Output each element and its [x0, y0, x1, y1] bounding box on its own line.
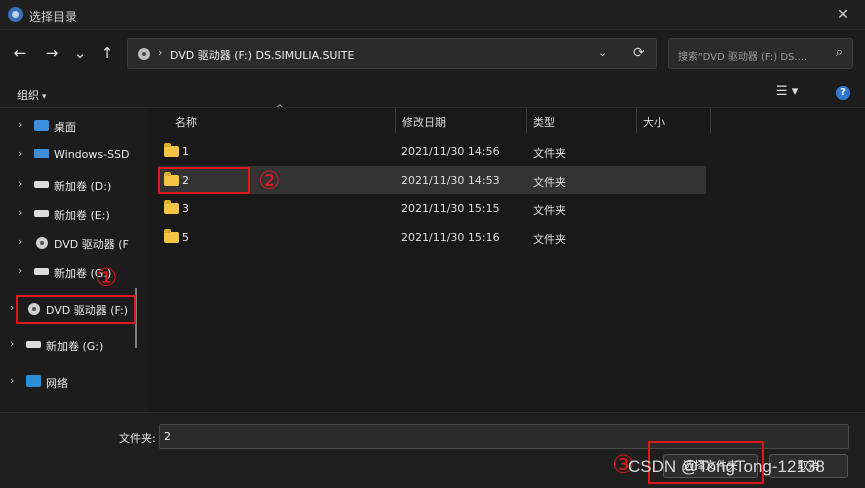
sort-ascending-icon: ^: [276, 104, 284, 114]
folder-field-label: 文件夹:: [119, 432, 156, 445]
folder-icon: [164, 200, 179, 214]
navigation-pane[interactable]: › 桌面 › Windows-SSD › 新加卷 (D:) › 新加卷 (E:)…: [0, 108, 145, 412]
expand-chevron-icon[interactable]: ›: [10, 374, 14, 387]
up-arrow-icon[interactable]: ↑: [96, 42, 118, 64]
file-date: 2021/11/30 15:15: [401, 202, 500, 215]
expand-chevron-icon[interactable]: ›: [10, 337, 14, 350]
annotation-step2-label: ②: [258, 166, 281, 195]
forward-arrow-icon[interactable]: →: [41, 42, 63, 64]
column-header-size[interactable]: 大小: [637, 108, 711, 133]
file-type: 文件夹: [533, 176, 566, 189]
navigation-bar: ← → ⌄ ↑ › DVD 驱动器 (F:) DS.SIMULIA.SUITE …: [0, 30, 865, 78]
ssd-icon: [34, 149, 49, 158]
watermark-text: CSDN @TongTong-12138: [628, 457, 825, 476]
sidebar-item-label: Windows-SSD: [54, 148, 130, 161]
column-header-type[interactable]: 类型: [527, 108, 637, 133]
close-icon[interactable]: ✕: [821, 0, 865, 30]
file-name: 5: [182, 231, 189, 244]
expand-chevron-icon[interactable]: ›: [18, 118, 22, 131]
file-type: 文件夹: [533, 233, 566, 246]
file-type: 文件夹: [533, 147, 566, 160]
column-header-name[interactable]: 名称 ^: [148, 104, 396, 133]
sidebar-scrollbar[interactable]: [134, 108, 138, 412]
annotation-step1-label: ①: [95, 263, 118, 292]
app-icon: [8, 7, 23, 22]
file-list[interactable]: 名称 ^ 修改日期 类型 大小 1 2021/11/30 14:56 文件夹 2…: [148, 104, 865, 412]
search-placeholder[interactable]: 搜索"DVD 驱动器 (F:) DS....: [678, 48, 807, 63]
file-name: 3: [182, 202, 189, 215]
refresh-icon[interactable]: ⟳: [633, 45, 645, 61]
window-title: 选择目录: [29, 10, 78, 24]
folder-icon: [164, 143, 179, 157]
dvd-disc-icon: [138, 48, 150, 60]
expand-chevron-icon[interactable]: ›: [18, 264, 22, 277]
column-header-name-label: 名称: [175, 116, 197, 129]
sidebar-item-label: DVD 驱动器 (F: [54, 238, 129, 251]
drive-icon: [34, 210, 49, 217]
file-date: 2021/11/30 14:56: [401, 145, 500, 158]
title-bar: 选择目录 ✕: [0, 0, 865, 30]
file-type: 文件夹: [533, 204, 566, 217]
file-row[interactable]: 1 2021/11/30 14:56 文件夹: [158, 137, 706, 165]
breadcrumb-separator-icon[interactable]: ›: [158, 46, 162, 59]
file-row[interactable]: 5 2021/11/30 15:16 文件夹: [158, 223, 706, 251]
expand-chevron-icon[interactable]: ›: [18, 235, 22, 248]
annotation-box-step1: [16, 295, 136, 324]
file-name: 1: [182, 145, 189, 158]
address-dropdown-icon[interactable]: ⌄: [598, 46, 607, 59]
sidebar-item-label: 网络: [46, 377, 68, 390]
column-header-size-label: 大小: [643, 116, 665, 129]
dvd-icon: [36, 237, 48, 249]
organize-menu-button[interactable]: 组织: [17, 87, 46, 103]
recent-locations-chevron-icon[interactable]: ⌄: [69, 42, 91, 64]
desktop-icon: [34, 120, 49, 131]
file-date: 2021/11/30 14:53: [401, 174, 500, 187]
search-box[interactable]: 搜索"DVD 驱动器 (F:) DS.... ⌕: [668, 38, 853, 69]
expand-chevron-icon[interactable]: ›: [18, 147, 22, 160]
file-date: 2021/11/30 15:16: [401, 231, 500, 244]
help-icon[interactable]: ?: [836, 86, 850, 100]
column-header-date[interactable]: 修改日期: [396, 108, 527, 133]
search-icon[interactable]: ⌕: [836, 45, 843, 60]
drive-icon: [34, 181, 49, 188]
expand-chevron-icon[interactable]: ›: [18, 206, 22, 219]
back-arrow-icon[interactable]: ←: [9, 42, 31, 64]
sidebar-item-label: 新加卷 (E:): [54, 209, 110, 222]
address-path[interactable]: DVD 驱动器 (F:) DS.SIMULIA.SUITE: [170, 47, 354, 63]
sidebar-item-label: 新加卷 (D:): [54, 180, 112, 193]
expand-chevron-icon[interactable]: ›: [18, 177, 22, 190]
sidebar-item-label: 桌面: [54, 121, 76, 134]
annotation-box-step2: [158, 167, 250, 194]
address-bar[interactable]: › DVD 驱动器 (F:) DS.SIMULIA.SUITE ⌄ ⟳: [127, 38, 657, 69]
column-header-date-label: 修改日期: [402, 116, 446, 129]
expand-chevron-icon[interactable]: ›: [10, 301, 14, 314]
folder-icon: [164, 229, 179, 243]
sidebar-item-label: 新加卷 (G:): [46, 340, 104, 353]
command-toolbar: 组织 ☰ ▾ ?: [0, 78, 865, 108]
network-icon: [26, 375, 41, 387]
drive-icon: [34, 268, 49, 275]
drive-icon: [26, 341, 41, 348]
view-options-icon[interactable]: ☰ ▾: [776, 84, 812, 102]
file-row[interactable]: 3 2021/11/30 15:15 文件夹: [158, 194, 706, 222]
column-header-type-label: 类型: [533, 116, 555, 129]
